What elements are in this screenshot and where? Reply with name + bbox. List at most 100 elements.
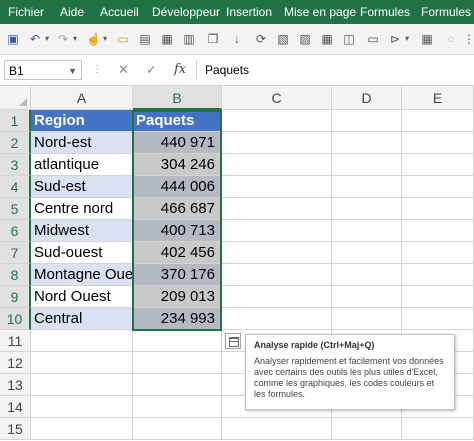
redo-dropdown-icon[interactable]: ▾	[68, 32, 82, 46]
empty-cell[interactable]	[222, 198, 332, 220]
table-cell-paquets[interactable]: 400 713	[133, 220, 222, 242]
tab-formules[interactable]: Formules	[360, 5, 410, 19]
send-dropdown-icon[interactable]: ▾	[400, 32, 414, 46]
enter-button[interactable]: ✓	[146, 60, 157, 80]
empty-cell[interactable]	[402, 198, 474, 220]
table-cell-paquets[interactable]: 304 246	[133, 154, 222, 176]
empty-cell[interactable]	[332, 308, 402, 330]
empty-cell[interactable]	[332, 264, 402, 286]
row-header-13[interactable]: 13	[0, 374, 31, 396]
empty-cell[interactable]	[402, 220, 474, 242]
row-header-14[interactable]: 14	[0, 396, 31, 418]
empty-cell[interactable]	[402, 242, 474, 264]
paste-icon[interactable]: ▧	[276, 32, 290, 46]
table-cell-paquets[interactable]: 234 993	[133, 308, 222, 330]
empty-cell[interactable]	[133, 352, 222, 374]
column-header-a[interactable]: A	[31, 86, 133, 110]
empty-cell[interactable]	[31, 396, 133, 418]
empty-cell[interactable]	[332, 198, 402, 220]
empty-cell[interactable]	[133, 374, 222, 396]
empty-cell[interactable]	[133, 396, 222, 418]
table-cell-region[interactable]: Montagne Ouest	[31, 264, 133, 286]
copy-icon[interactable]: ❐	[206, 32, 220, 46]
empty-cell[interactable]	[222, 110, 332, 132]
row-header-10[interactable]: 10	[0, 308, 31, 330]
borders-icon[interactable]: ▦	[320, 32, 334, 46]
empty-cell[interactable]	[402, 110, 474, 132]
spelling-icon[interactable]: ▥	[182, 32, 196, 46]
table-cell-paquets[interactable]: 440 971	[133, 132, 222, 154]
formula-input[interactable]: Paquets	[196, 60, 470, 80]
empty-cell[interactable]	[31, 330, 133, 352]
empty-cell[interactable]	[133, 418, 222, 440]
empty-cell[interactable]	[402, 154, 474, 176]
undo-dropdown-icon[interactable]: ▾	[40, 32, 54, 46]
table-cell-region[interactable]: Centre nord	[31, 198, 133, 220]
row-header-2[interactable]: 2	[0, 132, 31, 154]
table-cell-paquets[interactable]: 466 687	[133, 198, 222, 220]
more-icon[interactable]: ⋮	[462, 32, 474, 46]
table-cell-paquets[interactable]: 444 006	[133, 176, 222, 198]
row-header-7[interactable]: 7	[0, 242, 31, 264]
tab-aide[interactable]: Aide	[60, 5, 84, 19]
empty-cell[interactable]	[31, 352, 133, 374]
empty-cell[interactable]	[31, 374, 133, 396]
row-header-9[interactable]: 9	[0, 286, 31, 308]
empty-cell[interactable]	[332, 154, 402, 176]
print-preview-icon[interactable]: ▦	[160, 32, 174, 46]
row-header-11[interactable]: 11	[0, 330, 31, 352]
window-icon[interactable]: ▭	[366, 32, 380, 46]
table-cell-region[interactable]: Nord Ouest	[31, 286, 133, 308]
column-header-d[interactable]: D	[332, 86, 402, 110]
grid-icon[interactable]: ▦	[420, 32, 434, 46]
table-cell-region[interactable]: Central	[31, 308, 133, 330]
empty-cell[interactable]	[222, 154, 332, 176]
table-header-region[interactable]: Region	[31, 110, 133, 132]
name-box-dropdown-icon[interactable]: ▼	[68, 61, 77, 81]
table-cell-region[interactable]: Midwest	[31, 220, 133, 242]
empty-cell[interactable]	[402, 132, 474, 154]
table-cell-region[interactable]: Nord-est	[31, 132, 133, 154]
empty-cell[interactable]	[402, 308, 474, 330]
empty-cell[interactable]	[332, 220, 402, 242]
name-box[interactable]: B1 ▼	[4, 60, 82, 80]
empty-cell[interactable]	[402, 286, 474, 308]
column-header-e[interactable]: E	[402, 86, 474, 110]
empty-cell[interactable]	[402, 418, 474, 440]
tab-insertion[interactable]: Insertion	[226, 5, 272, 19]
row-header-6[interactable]: 6	[0, 220, 31, 242]
row-header-8[interactable]: 8	[0, 264, 31, 286]
row-header-1[interactable]: 1	[0, 110, 31, 132]
empty-cell[interactable]	[31, 418, 133, 440]
save-icon[interactable]: ▣	[6, 32, 20, 46]
tab-mise-en-page[interactable]: Mise en page	[284, 5, 356, 19]
sort-down-icon[interactable]: ↓	[230, 32, 244, 46]
empty-cell[interactable]	[133, 330, 222, 352]
empty-cell[interactable]	[332, 110, 402, 132]
clipboard-icon[interactable]: ▨	[298, 32, 312, 46]
table-header-paquets[interactable]: Paquets	[133, 110, 222, 132]
empty-cell[interactable]	[332, 418, 402, 440]
empty-cell[interactable]	[402, 264, 474, 286]
open-folder-icon[interactable]: ▭	[116, 32, 130, 46]
empty-cell[interactable]	[222, 132, 332, 154]
empty-cell[interactable]	[222, 220, 332, 242]
row-header-5[interactable]: 5	[0, 198, 31, 220]
circle-icon[interactable]: ○	[444, 32, 458, 46]
empty-cell[interactable]	[332, 176, 402, 198]
tab-accueil[interactable]: Accueil	[100, 5, 139, 19]
empty-cell[interactable]	[222, 308, 332, 330]
touch-dropdown-icon[interactable]: ▾	[98, 32, 112, 46]
table-cell-paquets[interactable]: 402 456	[133, 242, 222, 264]
empty-cell[interactable]	[332, 132, 402, 154]
tab-fichier[interactable]: Fichier	[8, 5, 44, 19]
tab-developpeur[interactable]: Développeur	[152, 5, 220, 19]
empty-cell[interactable]	[222, 264, 332, 286]
row-header-12[interactable]: 12	[0, 352, 31, 374]
empty-cell[interactable]	[222, 242, 332, 264]
form-icon[interactable]: ▤	[138, 32, 152, 46]
row-header-4[interactable]: 4	[0, 176, 31, 198]
insert-function-button[interactable]: fx	[174, 60, 186, 80]
empty-cell[interactable]	[222, 176, 332, 198]
row-header-3[interactable]: 3	[0, 154, 31, 176]
